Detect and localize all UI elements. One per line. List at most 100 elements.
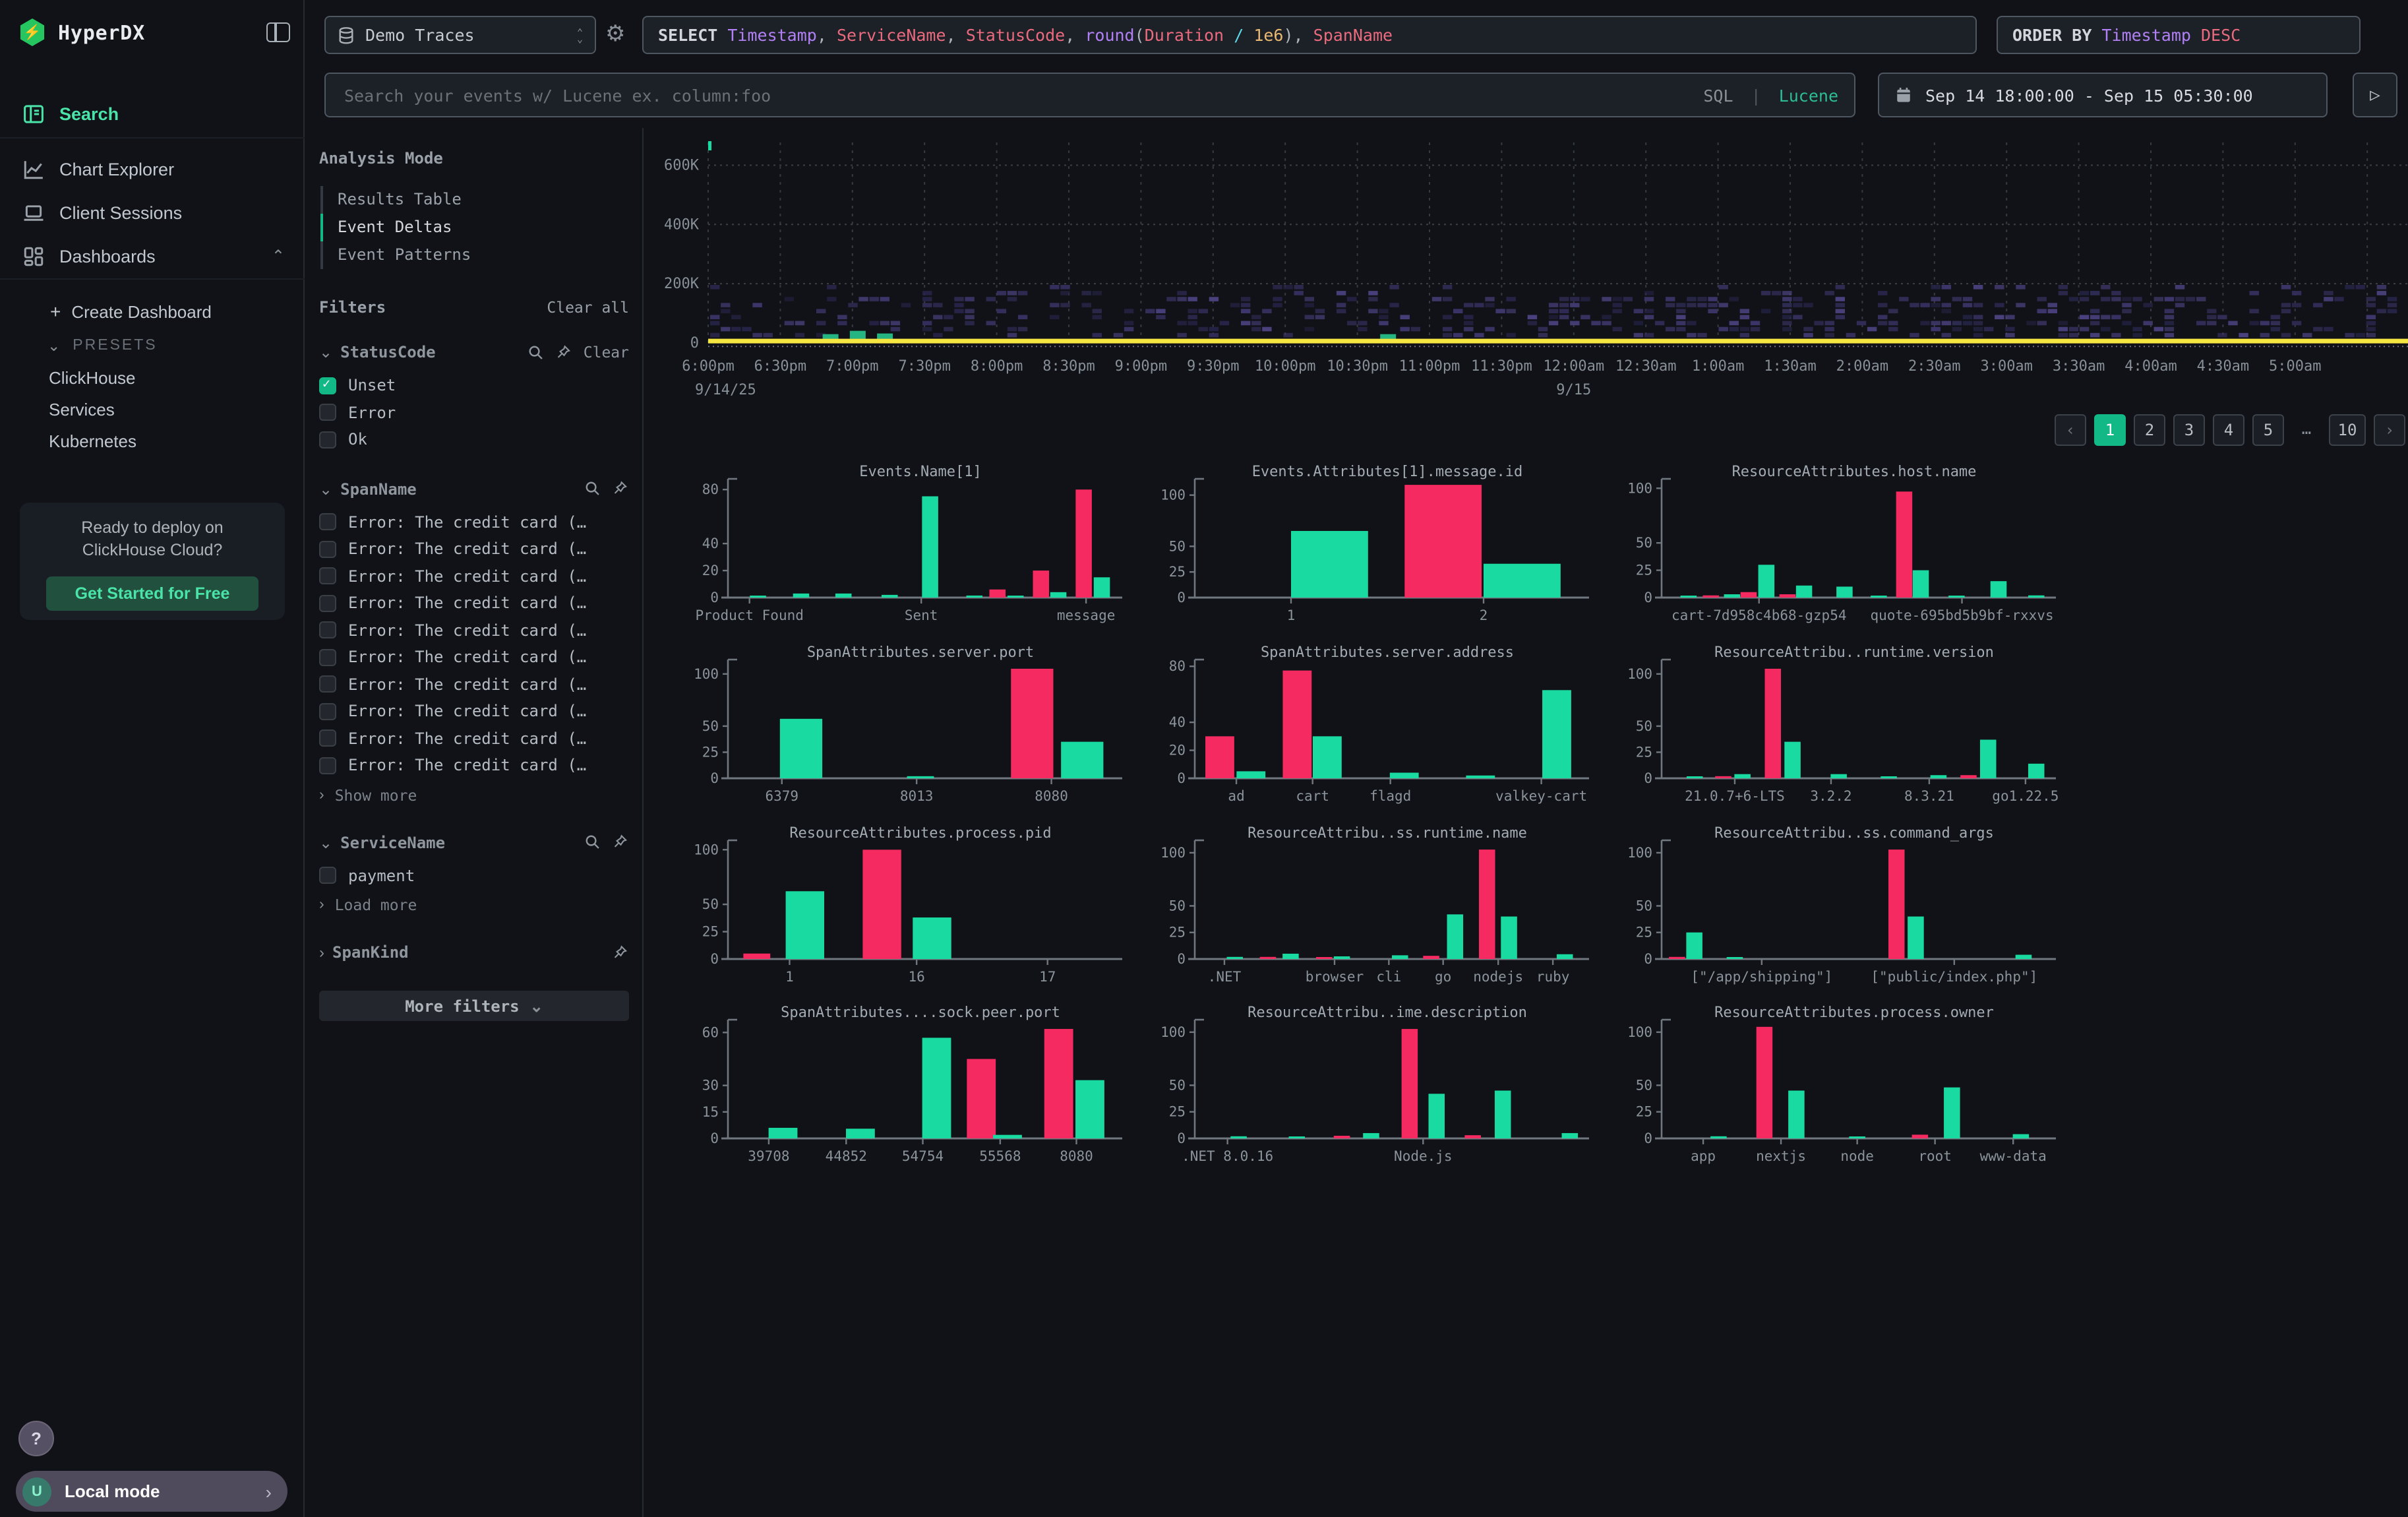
mini-chart-resourceattribu-ss-command-args: ResourceAttribu..ss.command_args10050250… xyxy=(1609,823,2057,1000)
checkbox xyxy=(319,377,336,394)
checkbox-option[interactable]: Error: The credit card (… xyxy=(319,563,629,590)
svg-text:1: 1 xyxy=(1287,607,1296,623)
svg-text:www-data: www-data xyxy=(1980,1148,2047,1164)
svg-text:ad: ad xyxy=(1228,788,1244,804)
sidebar-item-search[interactable]: Search xyxy=(0,92,303,135)
search-input[interactable] xyxy=(342,84,1690,106)
svg-text:ResourceAttribu..ss.runtime.na: ResourceAttribu..ss.runtime.name xyxy=(1248,825,1527,842)
svg-text:21.0.7+6-LTS: 21.0.7+6-LTS xyxy=(1685,788,1785,804)
svg-text:100: 100 xyxy=(1160,845,1186,861)
svg-text:10:30pm: 10:30pm xyxy=(1327,358,1388,375)
load-more-label: Load more xyxy=(335,896,417,914)
collapse-sidebar-icon[interactable] xyxy=(266,22,290,42)
presets-toggle[interactable]: ⌄ PRESETS xyxy=(47,336,158,355)
create-dashboard-label: Create Dashboard xyxy=(71,301,211,321)
pin-icon[interactable] xyxy=(612,944,629,961)
pin-icon[interactable] xyxy=(556,344,573,361)
checkbox-option[interactable]: Error: The credit card (… xyxy=(319,725,629,752)
svg-text:Events.Attributes[1].message.i: Events.Attributes[1].message.id xyxy=(1252,464,1523,480)
chevron-right-icon: › xyxy=(319,943,324,962)
local-mode-menu[interactable]: U Local mode › xyxy=(16,1471,287,1512)
checkbox-option[interactable]: Ok xyxy=(319,426,629,453)
checkbox-option[interactable]: Error: The credit card (… xyxy=(319,752,629,779)
sidebar-item-client-sessions[interactable]: Client Sessions xyxy=(0,191,303,233)
analysis-mode-list: Results Table Event Deltas Event Pattern… xyxy=(320,186,629,269)
mode-results-table[interactable]: Results Table xyxy=(323,186,629,214)
svg-text:50: 50 xyxy=(1636,718,1652,734)
svg-text:8080: 8080 xyxy=(1035,788,1068,804)
show-more-button[interactable]: › Show more xyxy=(319,783,629,807)
svg-text:9:30pm: 9:30pm xyxy=(1187,358,1239,375)
svg-text:valkey-cart: valkey-cart xyxy=(1495,788,1587,804)
page-button-3[interactable]: 3 xyxy=(2173,414,2205,446)
filter-group-servicename[interactable]: ⌄ ServiceName xyxy=(319,833,629,851)
more-filters-button[interactable]: More filters ⌄ xyxy=(319,991,629,1021)
clear-all-button[interactable]: Clear all xyxy=(547,298,629,317)
search-icon[interactable] xyxy=(528,344,545,361)
svg-text:SpanAttributes.server.port: SpanAttributes.server.port xyxy=(807,644,1034,661)
checkbox-option[interactable]: Error: The credit card (… xyxy=(319,536,629,563)
toggle-lucene[interactable]: Lucene xyxy=(1779,85,1838,105)
checkbox-option[interactable]: Error: The credit card (… xyxy=(319,698,629,725)
get-started-button[interactable]: Get Started for Free xyxy=(46,576,258,611)
sidebar-item-kubernetes[interactable]: Kubernetes xyxy=(49,431,136,451)
svg-text:11:30pm: 11:30pm xyxy=(1471,358,1532,375)
svg-text:25: 25 xyxy=(1636,563,1652,578)
checkbox-option[interactable]: Error xyxy=(319,399,629,426)
pin-icon[interactable] xyxy=(612,480,629,497)
svg-text:600K: 600K xyxy=(664,157,700,173)
clear-group-button[interactable]: Clear xyxy=(584,343,629,361)
sidebar-item-dashboards[interactable]: Dashboards ⌃ xyxy=(0,235,303,277)
svg-text:app: app xyxy=(1691,1148,1716,1164)
checkbox xyxy=(319,730,336,747)
create-dashboard-button[interactable]: + Create Dashboard xyxy=(50,301,212,322)
checkbox-option[interactable]: payment xyxy=(319,862,629,889)
search-icon[interactable] xyxy=(584,834,601,851)
sidebar-item-chart-explorer[interactable]: Chart Explorer xyxy=(0,148,303,190)
page-button-4[interactable]: 4 xyxy=(2213,414,2244,446)
svg-text:0: 0 xyxy=(710,951,719,967)
pin-icon[interactable] xyxy=(612,834,629,851)
select-clause-editor[interactable]: SELECT Timestamp, ServiceName, StatusCod… xyxy=(642,16,1977,54)
filter-group-spanname[interactable]: ⌄ SpanName xyxy=(319,480,629,498)
mode-event-deltas[interactable]: Event Deltas xyxy=(323,214,629,241)
help-button[interactable]: ? xyxy=(18,1421,54,1456)
prev-page-button[interactable]: ‹ xyxy=(2055,414,2086,446)
time-range-picker[interactable]: Sep 14 18:00:00 - Sep 15 05:30:00 xyxy=(1878,73,2328,117)
svg-text:ResourceAttributes.host.name: ResourceAttributes.host.name xyxy=(1732,464,1977,480)
checkbox-option[interactable]: Unset xyxy=(319,372,629,399)
page-button-2[interactable]: 2 xyxy=(2134,414,2165,446)
sidebar-item-services[interactable]: Services xyxy=(49,400,115,419)
data-source-select[interactable]: Demo Traces ⌃⌄ xyxy=(324,16,596,54)
next-page-button[interactable]: › xyxy=(2374,414,2405,446)
filter-group-statuscode[interactable]: ⌄ StatusCode Clear xyxy=(319,343,629,361)
checkbox-option[interactable]: Error: The credit card (… xyxy=(319,509,629,536)
svg-text:25: 25 xyxy=(702,744,719,760)
checkbox-option[interactable]: Error: The credit card (… xyxy=(319,671,629,698)
events-timeline-heatmap[interactable]: 600K400K200K06:00pm6:30pm7:00pm7:30pm8:0… xyxy=(644,132,2408,401)
svg-text:["public/index.php"]: ["public/index.php"] xyxy=(1871,969,2037,985)
mini-chart-spanattributes-server-address: SpanAttributes.server.address8040200adca… xyxy=(1142,642,1590,819)
mode-event-patterns[interactable]: Event Patterns xyxy=(323,241,629,269)
svg-text:0: 0 xyxy=(710,590,719,605)
svg-text:6:30pm: 6:30pm xyxy=(754,358,806,375)
filter-group-spankind[interactable]: › SpanKind xyxy=(319,943,629,962)
order-by-editor[interactable]: ORDER BY Timestamp DESC xyxy=(1997,16,2361,54)
search-icon[interactable] xyxy=(584,480,601,497)
run-query-button[interactable]: ▷ xyxy=(2353,73,2397,117)
svg-text:12:00am: 12:00am xyxy=(1543,358,1604,375)
gear-icon[interactable]: ⚙ xyxy=(605,22,626,45)
page-button-5[interactable]: 5 xyxy=(2252,414,2284,446)
option-label: Error: The credit card (… xyxy=(348,729,586,748)
checkbox-option[interactable]: Error: The credit card (… xyxy=(319,590,629,617)
sidebar-item-label: Search xyxy=(59,104,119,123)
svg-text:50: 50 xyxy=(1169,538,1186,554)
checkbox-option[interactable]: Error: The credit card (… xyxy=(319,617,629,644)
page-button-10[interactable]: 10 xyxy=(2329,414,2366,446)
checkbox-option[interactable]: Error: The credit card (… xyxy=(319,644,629,671)
page-button-1[interactable]: 1 xyxy=(2094,414,2126,446)
sidebar-item-clickhouse[interactable]: ClickHouse xyxy=(49,368,136,388)
toggle-sql[interactable]: SQL xyxy=(1703,85,1733,105)
load-more-button[interactable]: › Load more xyxy=(319,893,629,917)
svg-text:2:30am: 2:30am xyxy=(1908,358,1960,375)
